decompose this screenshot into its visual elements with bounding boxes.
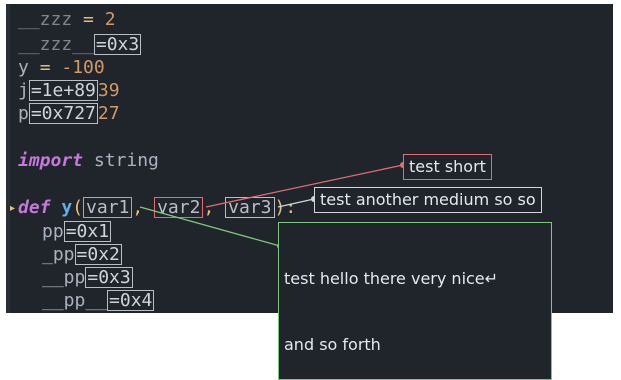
note-medium[interactable]: test another medium so so <box>314 187 542 213</box>
connector-green <box>139 206 281 247</box>
note-long-line-2: and so forth <box>284 335 381 354</box>
note-short[interactable]: test short <box>403 154 492 180</box>
gutter-marker-icon: ▸ <box>10 203 15 214</box>
connector-white <box>277 198 315 208</box>
note-long[interactable]: test hello there very nice↵ and so forth <box>278 222 552 380</box>
note-long-line-1: test hello there very nice↵ <box>284 269 499 288</box>
